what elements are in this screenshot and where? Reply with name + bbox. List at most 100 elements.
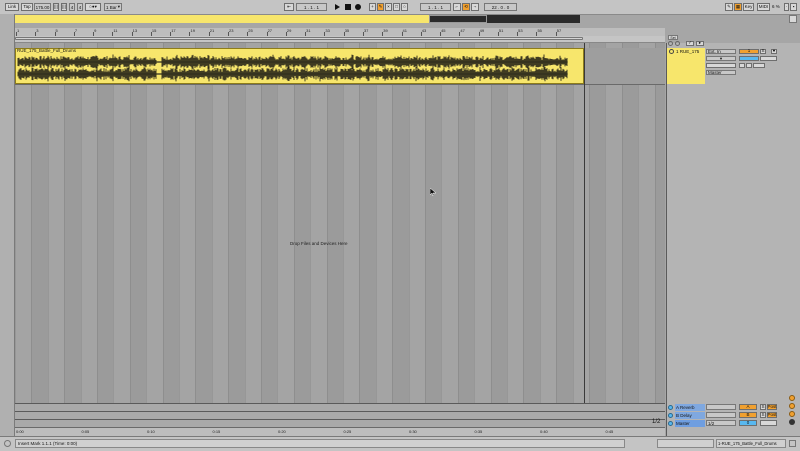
master-fold-icon[interactable] [668,421,673,426]
grid-line [146,43,148,403]
link-button[interactable]: Link [5,3,19,11]
time-label: 0:20 [278,429,286,434]
loop-length-field[interactable]: 22 . 0 . 0 [484,3,517,11]
view-switch-icon[interactable] [789,15,797,23]
audio-to-select[interactable]: Master [706,70,736,75]
quantize-select[interactable]: 1 Bar ▾ [104,3,122,11]
arm-button[interactable]: ● [771,49,777,54]
re-enable-automation-button[interactable]: × [385,3,392,11]
loop-start-field[interactable]: 1 . 1 . 1 [420,3,451,11]
circle-icon[interactable] [675,41,680,46]
chevron-down-icon: ▾ [719,55,723,61]
automation-arm-button[interactable]: ✎ [377,3,384,11]
loop-switch[interactable]: ⟲ [462,3,470,11]
return-divider [15,403,665,404]
play-icon[interactable] [335,4,340,10]
track-activator-button[interactable]: 1 [739,49,759,54]
info-view-toggle-icon[interactable] [4,440,11,447]
sends-toggle-button[interactable]: ▸ [696,41,704,46]
midi-map-button[interactable]: MIDI [757,3,770,11]
grid-band [523,43,540,403]
return-fold-icon[interactable] [668,413,673,418]
detail-view-toggle-icon[interactable] [789,440,796,447]
keyboard-map-button[interactable]: ▦ [734,3,742,11]
capture-button[interactable]: □ [393,3,400,11]
zoom-fit-icon[interactable] [789,411,795,417]
return-b-solo[interactable]: S [760,412,766,418]
overdub-button[interactable]: + [369,3,376,11]
session-record-button[interactable]: ○ [401,3,408,11]
grid-line [326,43,328,403]
tempo-field[interactable]: 175.00 [34,3,51,11]
record-icon[interactable] [355,4,361,10]
arrow-left-icon: ⇤ [287,3,291,9]
arrow-icon[interactable] [668,41,673,46]
return-fold-icon[interactable] [668,405,673,410]
volume-field[interactable] [739,56,759,61]
grid-band [64,43,81,403]
return-a-output[interactable] [706,404,736,410]
master-volume[interactable]: 0 [739,420,757,426]
arrangement-view[interactable] [15,43,665,403]
pan-field[interactable] [760,56,777,61]
grid-line [621,43,623,403]
master-pan[interactable] [760,420,777,426]
return-b-pre-post[interactable]: Post [767,412,777,418]
signature-numerator[interactable]: 4 [69,3,75,11]
cue-value: 1/2 [708,420,715,426]
key-map-button[interactable]: Key [743,3,754,11]
master-track[interactable]: Master [675,420,705,427]
bar-number: 5 [55,28,58,33]
set-button[interactable]: Set [668,35,678,40]
bar-number: 17 [171,28,176,33]
metronome-button[interactable]: ○●▾ [85,3,101,11]
overview-view-box[interactable] [429,15,487,23]
return-a-activator[interactable]: A [739,404,757,410]
loop-brace[interactable] [15,37,583,40]
fold-track-icon[interactable] [669,49,674,54]
nudge-up-button[interactable]: ||| [61,3,67,11]
signature-denominator[interactable]: 4 [77,3,83,11]
waveform [17,54,568,82]
nudge-down-button[interactable]: ||| [53,3,59,11]
grid-line [572,43,574,403]
punch-icon: ¬ [473,3,477,9]
bar-number: 9 [94,28,97,33]
grid-line [605,43,607,403]
draw-mode-button[interactable]: ✎ [725,3,733,11]
stop-icon[interactable] [345,4,351,10]
return-b-output[interactable] [706,412,736,418]
return-track-b[interactable]: B Delay [675,412,705,419]
return-tracks-lane[interactable] [15,403,665,427]
track-name[interactable]: 1 RUE_175 [676,49,699,54]
return-b-activator[interactable]: B [739,412,757,418]
loop-brace-bar[interactable] [15,36,665,43]
return-a-pre-post[interactable]: Post [767,404,777,410]
grid-band [195,43,212,403]
io-toggle-button[interactable]: ✓ [686,41,694,46]
follow-button[interactable]: ⇤ [284,3,294,11]
empty-track-lane[interactable] [585,48,665,84]
tap-tempo-button[interactable]: Tap [21,3,33,11]
auto-monitor-button[interactable] [753,63,765,68]
send-a-knob[interactable] [739,63,745,68]
punch-out-button[interactable]: ¬ [471,3,479,11]
input-channel-select[interactable]: ▾ [706,56,736,61]
audio-clip[interactable] [15,48,584,84]
grid-band [359,43,376,403]
punch-in-button[interactable]: ⌐ [453,3,461,11]
bar-number: 45 [441,28,446,33]
return-track-a[interactable]: A Reverb [675,404,705,411]
arrangement-position-field[interactable]: 1 . 1 . 1 [296,3,327,11]
zoom-out-icon[interactable] [789,403,795,409]
cue-out-select[interactable]: 1/2 [706,420,736,426]
return-a-solo[interactable]: S [760,404,766,410]
monitor-switch[interactable] [706,63,736,68]
send-b-knob[interactable] [746,63,752,68]
solo-button[interactable]: S [760,49,766,54]
midi-indicator: ▪ [790,3,797,11]
zoom-in-icon[interactable] [789,395,795,401]
grid-line [310,43,312,403]
audio-from-select[interactable]: Ext. In [706,49,736,54]
scroll-dot-icon[interactable] [789,419,795,425]
